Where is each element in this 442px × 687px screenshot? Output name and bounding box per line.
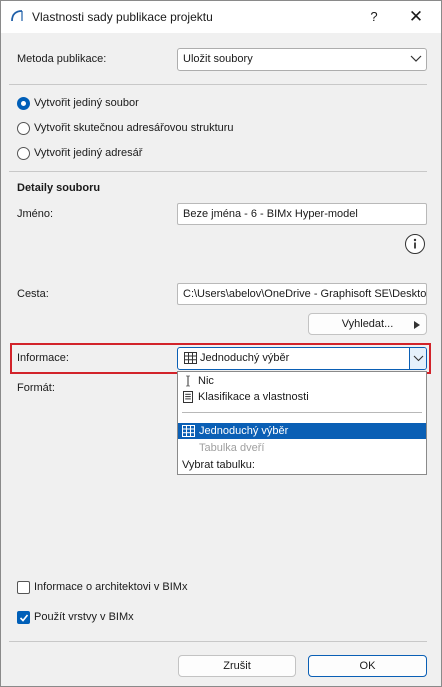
table-icon [182, 425, 195, 438]
divider [9, 84, 427, 85]
radio-single-file-label[interactable]: Vytvořit jediný soubor [34, 97, 139, 109]
architect-info-checkbox[interactable] [17, 581, 30, 594]
use-layers-checkbox[interactable] [17, 611, 30, 624]
file-details-heading: Detaily souboru [17, 182, 101, 194]
name-label: Jméno: [17, 208, 54, 220]
close-button[interactable]: ✕ [401, 5, 431, 29]
radio-single-folder-label[interactable]: Vytvořit jediný adresář [34, 147, 142, 159]
dropdown-option-classification[interactable]: Klasifikace a vlastnosti [178, 389, 426, 405]
document-icon [183, 391, 193, 404]
radio-single-folder[interactable] [17, 147, 30, 160]
dropdown-option-simple-selection[interactable]: Jednoduchý výběr [178, 423, 426, 439]
name-value: Beze jména - 6 - BIMx Hyper-model [183, 208, 358, 220]
browse-button[interactable]: Vyhledat... [308, 313, 427, 335]
name-input[interactable]: Beze jména - 6 - BIMx Hyper-model [177, 203, 427, 225]
divider [9, 171, 427, 172]
architect-info-label[interactable]: Informace o architektovi v BIMx [34, 581, 187, 593]
title-bar: Vlastnosti sady publikace projektu ? ✕ [1, 1, 441, 33]
publish-set-properties-dialog: Vlastnosti sady publikace projektu ? ✕ M… [0, 0, 442, 687]
path-input[interactable]: C:\Users\abelov\OneDrive - Graphisoft SE… [177, 283, 427, 305]
publish-method-select[interactable]: Uložit soubory [177, 48, 427, 71]
browse-button-label: Vyhledat... [341, 318, 394, 330]
checkmark-icon [19, 614, 29, 622]
radio-folder-structure[interactable] [17, 122, 30, 135]
highlight-annotation [10, 343, 431, 374]
radio-folder-structure-label[interactable]: Vytvořit skutečnou adresářovou strukturu [34, 122, 234, 134]
info-icon[interactable] [405, 234, 425, 254]
chevron-right-icon [414, 321, 420, 329]
cancel-button[interactable]: Zrušit [178, 655, 296, 677]
dropdown-option-label: Nic [198, 375, 214, 387]
dropdown-option-select-schedule[interactable]: Vybrat tabulku: [178, 457, 426, 473]
divider [9, 641, 427, 642]
dropdown-option-none[interactable]: Nic [178, 373, 426, 389]
dropdown-option-door-schedule: Tabulka dveří [178, 440, 426, 456]
information-dropdown-list: Nic Klasifikace a vlastnosti Jednoduchý … [177, 371, 427, 475]
use-layers-label[interactable]: Použít vrstvy v BIMx [34, 611, 134, 623]
path-value: C:\Users\abelov\OneDrive - Graphisoft SE… [183, 288, 427, 300]
path-label: Cesta: [17, 288, 49, 300]
help-button[interactable]: ? [359, 5, 389, 29]
dialog-title: Vlastnosti sady publikace projektu [32, 10, 213, 24]
radio-single-file[interactable] [17, 97, 30, 110]
publish-method-label: Metoda publikace: [17, 53, 107, 65]
archicad-logo-icon [11, 10, 23, 22]
text-cursor-icon [186, 375, 190, 387]
dropdown-option-label: Klasifikace a vlastnosti [198, 391, 309, 403]
dropdown-option-label: Jednoduchý výběr [199, 425, 289, 437]
publish-method-value: Uložit soubory [183, 53, 253, 65]
chevron-down-icon [410, 55, 422, 62]
format-label: Formát: [17, 382, 55, 394]
ok-button[interactable]: OK [308, 655, 427, 677]
dropdown-option-label: Vybrat tabulku: [182, 459, 255, 471]
dropdown-option-label: Tabulka dveří [199, 442, 265, 454]
dropdown-separator [182, 412, 422, 413]
